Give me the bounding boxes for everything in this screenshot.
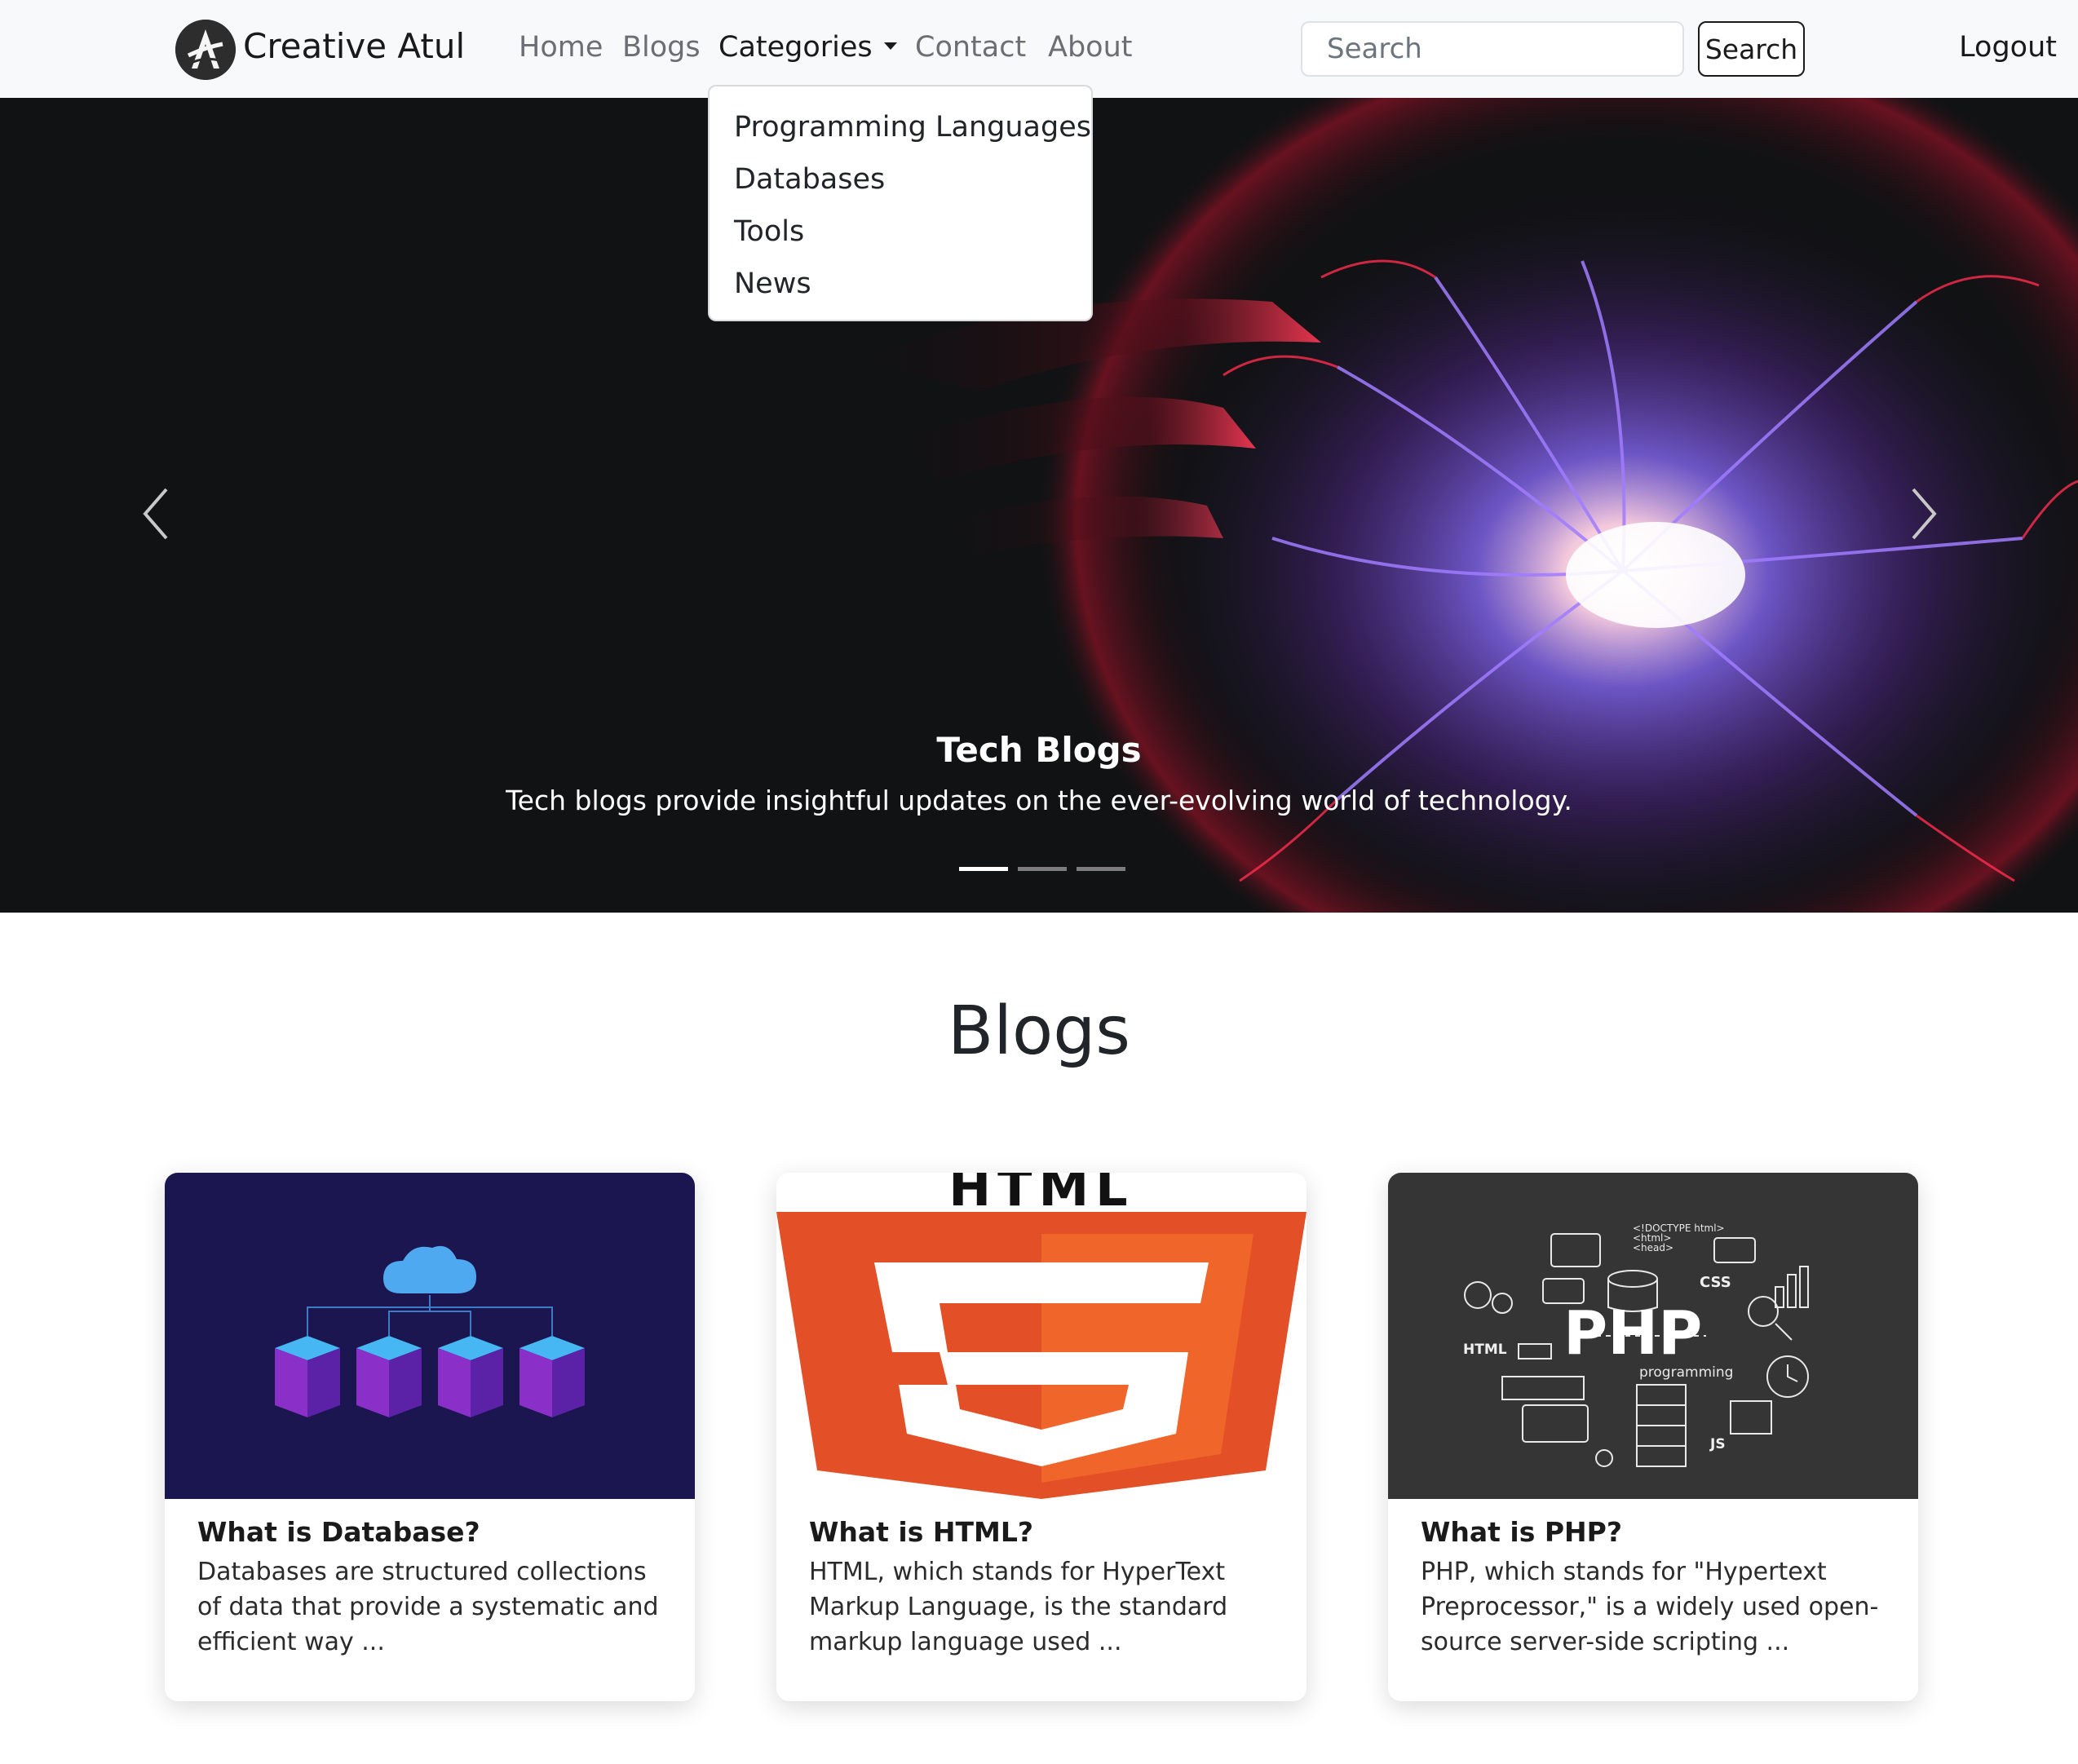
- blog-card-excerpt: PHP, which stands for "Hypertext Preproc…: [1421, 1558, 1879, 1656]
- chevron-right-icon: [1912, 488, 1937, 540]
- html5-logo-text: HTML: [948, 1173, 1134, 1218]
- categories-dropdown-menu: Programming Languages Databases Tools Ne…: [708, 85, 1093, 321]
- carousel-indicator-1[interactable]: [959, 867, 1008, 871]
- chevron-left-icon: [143, 488, 168, 540]
- blog-card-title[interactable]: What is HTML?: [809, 1514, 1033, 1551]
- blog-card-title[interactable]: What is PHP?: [1421, 1514, 1622, 1551]
- blog-card-html[interactable]: HTML What is HTML? HTML, which stands fo…: [776, 1173, 1306, 1701]
- caret-down-icon: [883, 42, 897, 50]
- html5-logo-image: HTML: [776, 1173, 1306, 1499]
- carousel-caption-text: Tech blogs provide insightful updates on…: [506, 785, 1572, 816]
- blog-card-excerpt: Databases are structured collections of …: [197, 1558, 659, 1656]
- php-head-tag-text: <head>: [1633, 1242, 1673, 1253]
- php-programming-text: programming: [1639, 1364, 1733, 1381]
- dropdown-item-news[interactable]: News: [710, 258, 1091, 310]
- nav-contact[interactable]: Contact: [915, 29, 1026, 65]
- carousel-indicator-3[interactable]: [1077, 867, 1125, 871]
- nav-blogs[interactable]: Blogs: [622, 29, 701, 65]
- php-logo-text: PHP: [1563, 1298, 1702, 1368]
- dropdown-item-programming-languages[interactable]: Programming Languages: [710, 101, 1091, 153]
- php-css-text: CSS: [1700, 1274, 1731, 1291]
- dropdown-item-tools[interactable]: Tools: [710, 206, 1091, 258]
- search-button[interactable]: Search: [1698, 21, 1805, 77]
- nav-about[interactable]: About: [1048, 29, 1132, 65]
- blog-card-database[interactable]: What is Database? Databases are structur…: [165, 1173, 695, 1701]
- php-programming-image: <!DOCTYPE html> <html> <head> CSS PHP HT…: [1388, 1173, 1918, 1499]
- php-js-text: JS: [1709, 1436, 1726, 1452]
- search-input[interactable]: [1301, 21, 1684, 77]
- blogs-heading: Blogs: [948, 993, 1130, 1070]
- nav-categories[interactable]: Categories: [718, 29, 897, 65]
- nav-home[interactable]: Home: [519, 29, 603, 65]
- carousel-caption-title: Tech Blogs: [936, 730, 1142, 770]
- database-cloud-image: [165, 1173, 695, 1499]
- carousel-indicator-2[interactable]: [1018, 867, 1067, 871]
- blog-card-php[interactable]: <!DOCTYPE html> <html> <head> CSS PHP HT…: [1388, 1173, 1918, 1701]
- brand-logo-icon[interactable]: [175, 20, 236, 80]
- blog-card-title[interactable]: What is Database?: [197, 1514, 480, 1551]
- dropdown-item-databases[interactable]: Databases: [710, 153, 1091, 206]
- carousel-next-button[interactable]: [1900, 481, 1949, 546]
- brand-name[interactable]: Creative Atul: [243, 23, 465, 70]
- blog-card-excerpt: HTML, which stands for HyperText Markup …: [809, 1558, 1228, 1656]
- nav-categories-label: Categories: [718, 31, 873, 64]
- carousel-indicators: [959, 867, 1125, 872]
- navbar: Creative Atul Home Blogs Categories Cont…: [0, 0, 2078, 98]
- carousel-prev-button[interactable]: [130, 481, 179, 546]
- logout-link[interactable]: Logout: [1959, 29, 2057, 65]
- php-html-text: HTML: [1463, 1342, 1507, 1358]
